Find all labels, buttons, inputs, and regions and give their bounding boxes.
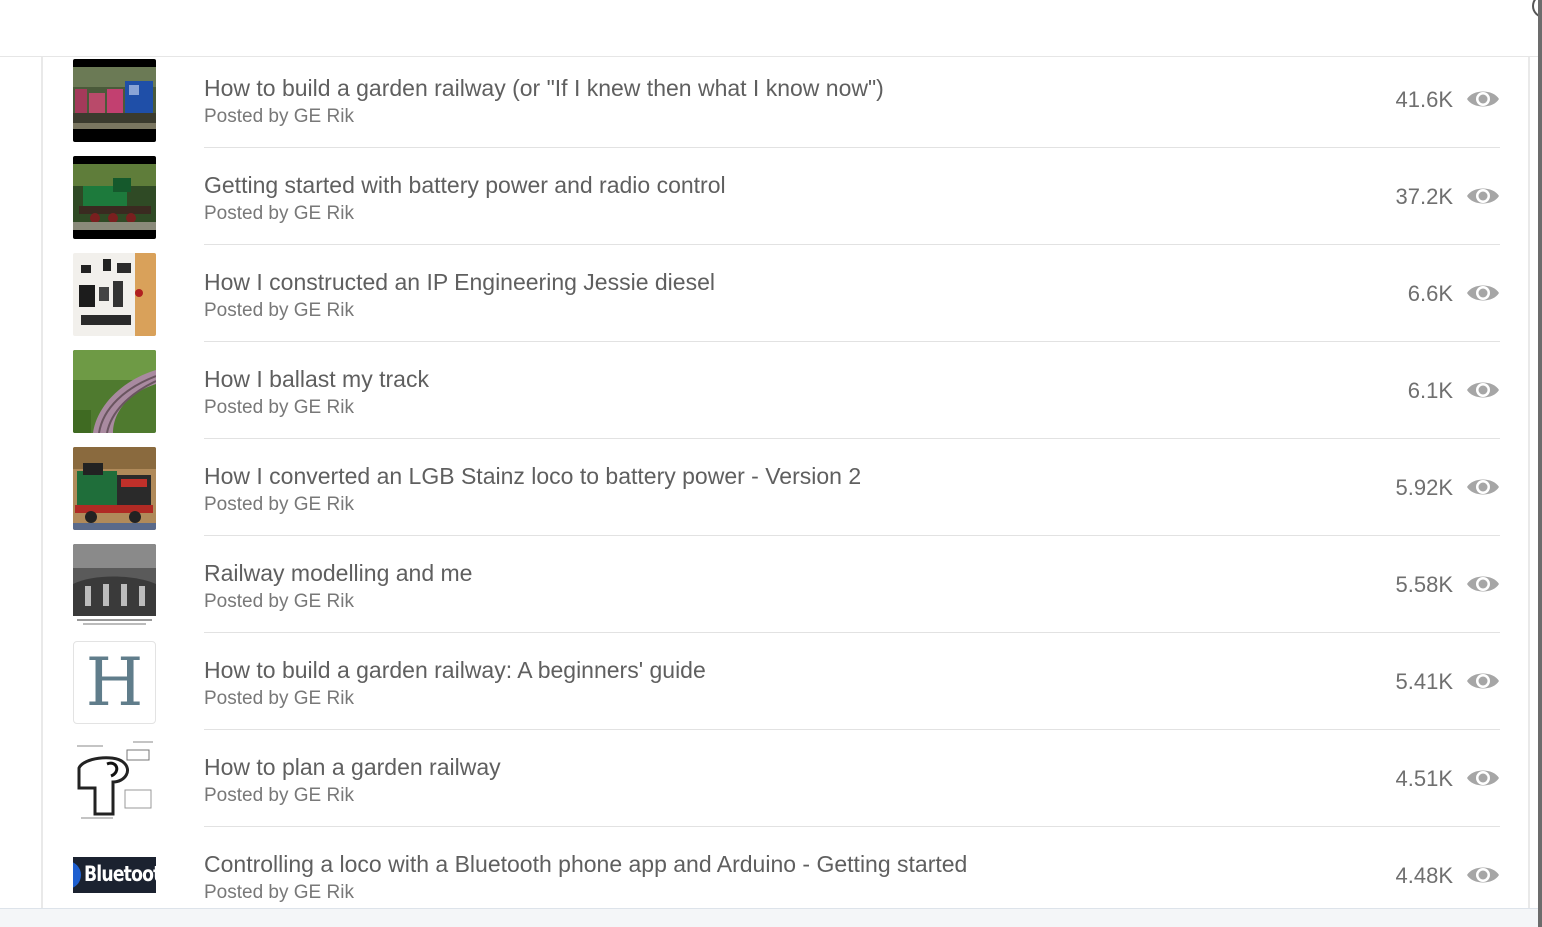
- eye-icon: [1467, 91, 1499, 107]
- post-item[interactable]: Getting started with battery power and r…: [43, 154, 1528, 251]
- post-byline: Posted by GE Rik: [204, 785, 354, 806]
- post-thumbnail[interactable]: [73, 253, 156, 336]
- post-title[interactable]: How to plan a garden railway: [204, 754, 501, 781]
- row-divider: [204, 341, 1500, 342]
- post-item[interactable]: Railway modelling and me Posted by GE Ri…: [43, 542, 1528, 639]
- post-item[interactable]: How I constructed an IP Engineering Jess…: [43, 251, 1528, 348]
- view-count: 41.6K: [1395, 87, 1454, 112]
- post-list: How to build a garden railway (or "If I …: [41, 57, 1530, 908]
- eye-icon: [1467, 576, 1499, 592]
- post-byline: Posted by GE Rik: [204, 591, 354, 612]
- view-count: 37.2K: [1395, 184, 1454, 209]
- post-thumbnail[interactable]: Bluetoot: [73, 835, 156, 901]
- bluetooth-rune-icon: [73, 861, 81, 889]
- view-count: 4.48K: [1395, 863, 1454, 888]
- eye-icon: [1467, 285, 1499, 301]
- post-title[interactable]: How to build a garden railway (or "If I …: [204, 75, 884, 102]
- view-count: 6.1K: [1407, 378, 1453, 403]
- post-thumbnail[interactable]: [73, 156, 156, 239]
- post-item[interactable]: Bluetoot Controlling a loco with a Bluet…: [43, 833, 1528, 908]
- post-thumbnail[interactable]: [73, 350, 156, 433]
- bluetooth-logo-image: Bluetoot: [73, 857, 156, 893]
- post-byline: Posted by GE Rik: [204, 494, 354, 515]
- row-divider: [204, 826, 1500, 827]
- view-count: 5.92K: [1395, 475, 1454, 500]
- row-divider: [204, 147, 1500, 148]
- post-title[interactable]: Getting started with battery power and r…: [204, 172, 726, 199]
- post-title[interactable]: How I constructed an IP Engineering Jess…: [204, 269, 715, 296]
- post-byline: Posted by GE Rik: [204, 300, 354, 321]
- eye-icon: [1467, 479, 1499, 495]
- post-item[interactable]: H How to build a garden railway: A begin…: [43, 639, 1528, 736]
- post-byline: Posted by GE Rik: [204, 882, 354, 903]
- view-count: 5.58K: [1395, 572, 1454, 597]
- post-title[interactable]: How to build a garden railway: A beginne…: [204, 657, 706, 684]
- row-divider: [204, 535, 1500, 536]
- eye-icon: [1467, 382, 1499, 398]
- eye-icon: [1467, 188, 1499, 204]
- view-count: 5.41K: [1395, 669, 1454, 694]
- post-title[interactable]: Railway modelling and me: [204, 560, 472, 587]
- green-locomotive-image: [73, 156, 156, 239]
- view-count: 4.51K: [1395, 766, 1454, 791]
- post-byline: Posted by GE Rik: [204, 688, 354, 709]
- post-thumbnail[interactable]: [73, 738, 156, 821]
- row-divider: [204, 729, 1500, 730]
- view-count: 6.6K: [1407, 281, 1453, 306]
- row-divider: [204, 438, 1500, 439]
- post-title[interactable]: Controlling a loco with a Bluetooth phon…: [204, 851, 967, 878]
- garden-track-image: [73, 350, 156, 433]
- post-item[interactable]: How to build a garden railway (or "If I …: [43, 57, 1528, 154]
- post-thumbnail[interactable]: [73, 59, 156, 142]
- stainz-loco-image: [73, 447, 156, 530]
- bottom-bar: [0, 908, 1542, 927]
- railway-wagons-image: [73, 59, 156, 142]
- post-byline: Posted by GE Rik: [204, 397, 354, 418]
- eye-icon: [1467, 770, 1499, 786]
- top-bar: [0, 0, 1542, 57]
- post-thumbnail[interactable]: [73, 447, 156, 530]
- post-byline: Posted by GE Rik: [204, 106, 354, 127]
- eye-icon: [1467, 867, 1499, 883]
- post-item[interactable]: How I converted an LGB Stainz loco to ba…: [43, 445, 1528, 542]
- bluetooth-logo-text: Bluetoot: [84, 862, 156, 886]
- row-divider: [204, 632, 1500, 633]
- eye-icon: [1467, 673, 1499, 689]
- track-plan-sketch-image: [73, 738, 156, 821]
- post-item[interactable]: How I ballast my track Posted by GE Rik …: [43, 348, 1528, 445]
- post-thumbnail[interactable]: H: [73, 641, 156, 724]
- post-thumbnail[interactable]: [73, 544, 156, 627]
- kit-parts-image: [73, 253, 156, 336]
- post-item[interactable]: How to plan a garden railway Posted by G…: [43, 736, 1528, 833]
- post-byline: Posted by GE Rik: [204, 203, 354, 224]
- scrollbar[interactable]: [1538, 0, 1542, 927]
- post-title[interactable]: How I converted an LGB Stainz loco to ba…: [204, 463, 861, 490]
- letter-placeholder: H: [85, 643, 144, 721]
- bw-photo-image: [73, 544, 156, 627]
- row-divider: [204, 244, 1500, 245]
- post-title[interactable]: How I ballast my track: [204, 366, 429, 393]
